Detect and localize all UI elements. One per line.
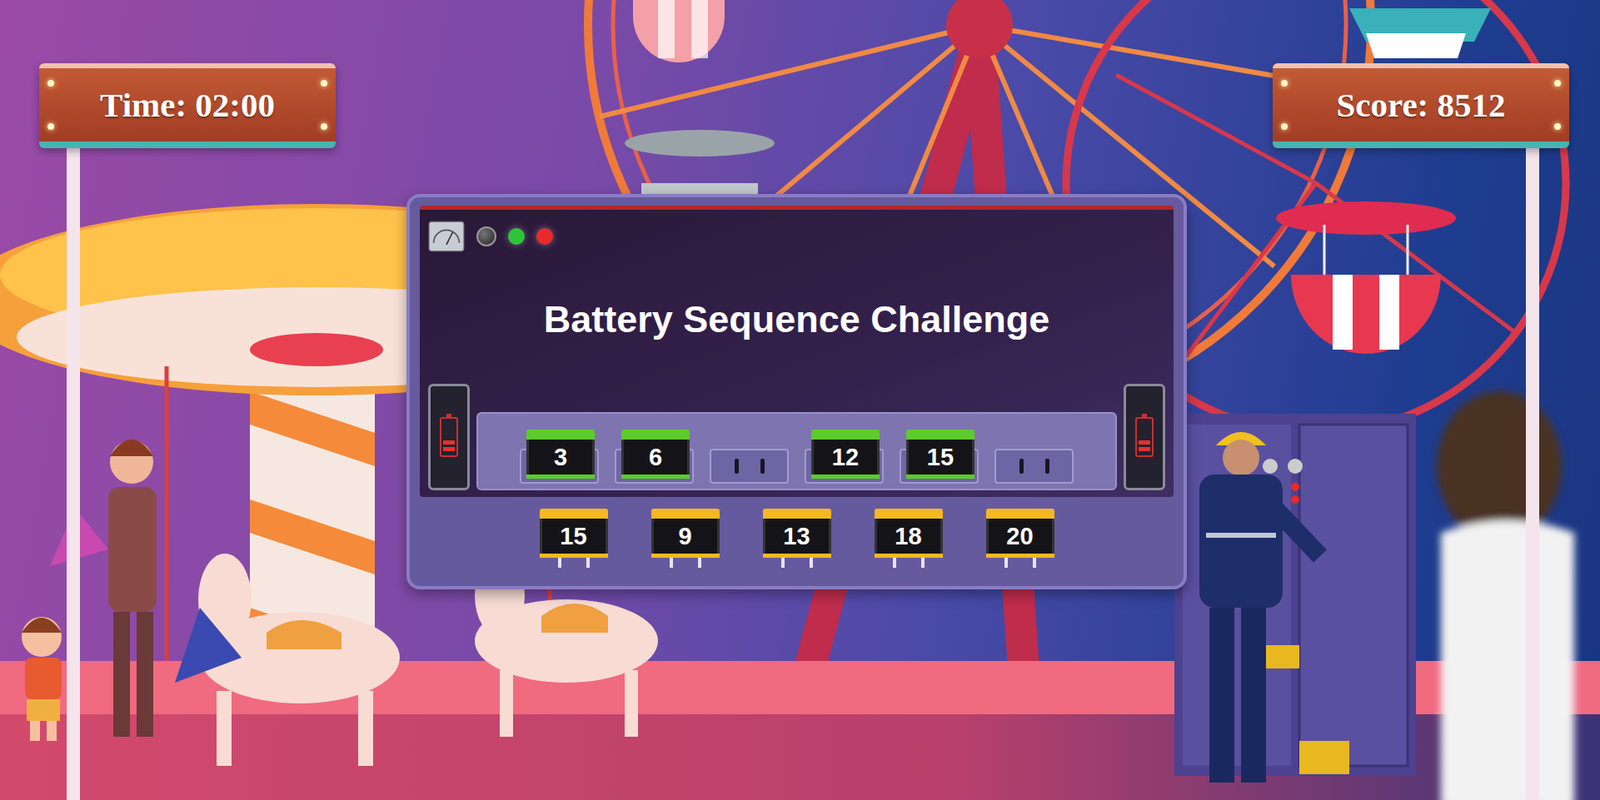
choice-battery[interactable]: 18 [874,508,943,569]
timer-text: Time: 02:00 [99,84,275,125]
saucer [624,129,775,157]
man-figure [108,439,157,738]
placed-battery[interactable]: 12 [811,429,880,479]
placed-battery[interactable]: 15 [906,429,975,479]
sign-pole [66,141,80,800]
placed-battery[interactable]: 6 [621,429,690,479]
knob-icon[interactable] [476,226,497,247]
battery-slot[interactable]: 12 [804,448,884,484]
battery-slot[interactable] [994,448,1074,484]
choice-battery[interactable]: 13 [762,508,832,569]
battery-slot[interactable]: 6 [614,448,694,484]
challenge-title: Battery Sequence Challenge [543,298,1051,342]
battery-slot[interactable]: 3 [519,448,599,484]
placed-battery[interactable]: 3 [526,429,595,479]
choice-battery[interactable]: 9 [651,508,720,569]
left-power-battery-icon [428,383,470,491]
red-lamp [536,228,554,245]
game-screen: Time: 02:00 Score: 8512 Battery Sequence… [0,0,1600,800]
choice-battery[interactable]: 20 [986,508,1055,569]
battery-slot[interactable]: 15 [899,448,979,484]
timer-sign: Time: 02:00 [39,63,336,149]
score-text: Score: 8512 [1335,84,1506,125]
worker-figure [1199,432,1321,783]
bunting-flag [174,608,242,683]
battery-tray: 15 9 13 18 20 [419,497,1174,587]
battery-slot[interactable] [709,448,789,484]
slot-rail: 3 6 12 15 [476,412,1117,491]
green-lamp [508,228,525,245]
gondola [633,0,725,63]
woman-figure [1436,391,1575,800]
right-power-battery-icon [1123,383,1166,491]
child-figure [21,617,62,742]
challenge-screen: Battery Sequence Challenge 3 6 12 15 [419,205,1174,498]
gondola [1349,8,1491,59]
gauge-icon [428,220,465,253]
sign-pole [1525,141,1540,800]
control-strip [428,218,1166,255]
challenge-panel: Battery Sequence Challenge 3 6 12 15 15 … [406,194,1187,590]
gondola [1276,201,1456,354]
score-sign: Score: 8512 [1272,63,1570,149]
choice-battery[interactable]: 15 [539,508,609,569]
